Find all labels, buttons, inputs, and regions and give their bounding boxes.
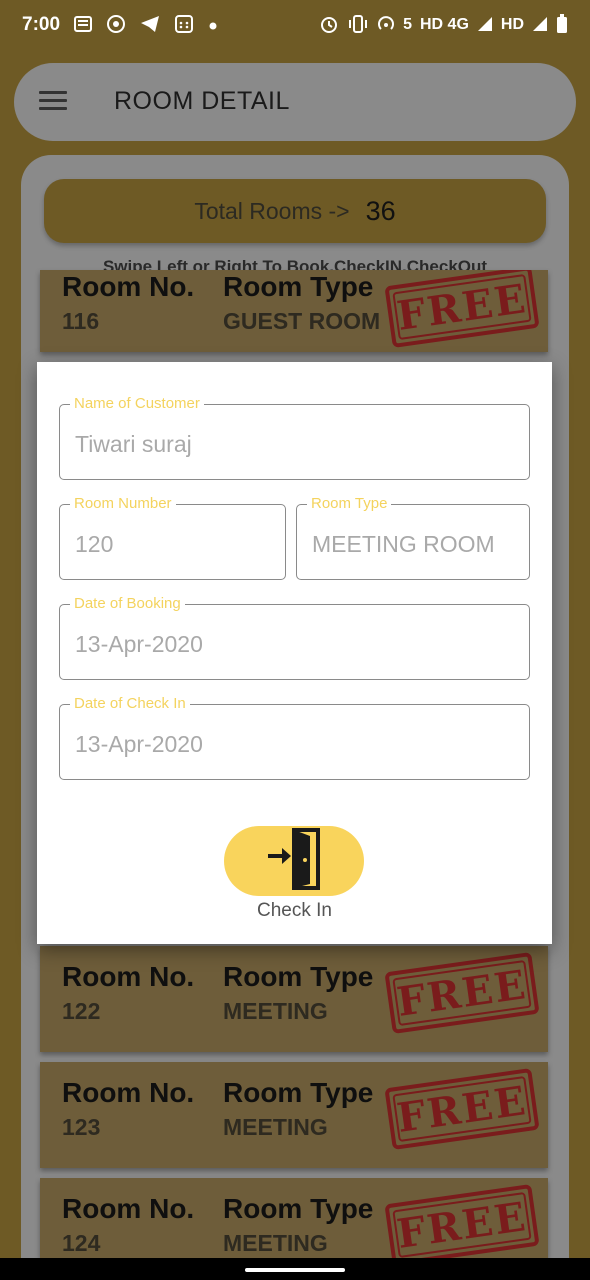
customer-name-label: Name of Customer	[70, 395, 204, 412]
page-title: ROOM DETAIL	[114, 87, 290, 115]
checkin-date-field[interactable]: Date of Check In 13-Apr-2020	[59, 695, 530, 780]
room-type-label: Room Type	[223, 1193, 374, 1224]
free-stamp: FREE	[384, 1184, 540, 1258]
room-card[interactable]: Room No. 123 Room Type MEETING FREE	[40, 1062, 548, 1168]
alarm-icon	[319, 14, 339, 37]
checkin-date-label: Date of Check In	[70, 695, 190, 712]
hotspot-count: 5	[403, 16, 412, 33]
home-gesture-handle[interactable]	[245, 1268, 345, 1272]
news-icon	[74, 15, 93, 36]
room-no-label: Room No.	[62, 961, 195, 992]
room-number-field[interactable]: Room Number 120	[59, 495, 286, 580]
room-type-label: Room Type	[307, 495, 392, 512]
room-number-value: 120	[75, 531, 114, 557]
room-card[interactable]: Room No. 122 Room Type MEETING FREE	[40, 946, 548, 1052]
network-type: HD 4G	[419, 16, 469, 33]
menu-icon[interactable]	[39, 91, 67, 111]
hotspot-icon	[377, 15, 395, 36]
calendar-icon	[174, 14, 194, 37]
room-number-label: Room Number	[70, 495, 176, 512]
room-type: GUEST ROOM	[223, 308, 381, 334]
room-no-label: Room No.	[62, 1077, 195, 1108]
room-type: MEETING	[223, 1114, 328, 1140]
room-card[interactable]: Room No. 116 Room Type GUEST ROOM FREE	[40, 270, 548, 352]
battery-icon	[556, 13, 568, 37]
telegram-icon	[140, 15, 160, 36]
room-type: MEETING	[223, 1230, 328, 1256]
room-number: 123	[62, 1114, 101, 1140]
room-no-label: Room No.	[62, 271, 195, 302]
hd-label: HD	[500, 16, 524, 33]
status-bar: 7:00 5 HD 4G HD	[0, 0, 590, 50]
booking-date-value: 13-Apr-2020	[75, 631, 203, 657]
room-type-label: Room Type	[223, 961, 374, 992]
room-type-label: Room Type	[223, 1077, 374, 1108]
app-bar: ROOM DETAIL	[14, 63, 576, 141]
room-number: 124	[62, 1230, 101, 1256]
signal-icon	[532, 16, 548, 35]
navigation-bar	[0, 1258, 590, 1280]
total-rooms-banner: Total Rooms -> 36	[44, 179, 546, 243]
checkin-button[interactable]	[224, 826, 364, 896]
vibrate-icon	[347, 14, 369, 36]
booking-date-field[interactable]: Date of Booking 13-Apr-2020	[59, 595, 530, 680]
free-stamp: FREE	[384, 270, 540, 348]
checkin-date-value: 13-Apr-2020	[75, 731, 203, 757]
free-stamp: FREE	[384, 1068, 540, 1150]
total-rooms-label: Total Rooms ->	[194, 197, 350, 224]
checkin-dialog: Name of Customer Tiwari suraj Room Numbe…	[37, 362, 552, 944]
free-stamp: FREE	[384, 952, 540, 1034]
room-number: 116	[62, 308, 100, 334]
signal-icon	[477, 16, 493, 35]
whatsapp-icon	[106, 14, 126, 37]
room-type: MEETING	[223, 998, 328, 1024]
customer-name-field[interactable]: Name of Customer Tiwari suraj	[59, 395, 530, 480]
door-enter-icon	[264, 827, 324, 895]
dot-icon	[208, 16, 218, 34]
clock: 7:00	[22, 14, 61, 35]
checkin-button-label: Check In	[257, 900, 332, 921]
room-number: 122	[62, 998, 101, 1024]
room-no-label: Room No.	[62, 1193, 195, 1224]
room-card[interactable]: Room No. 124 Room Type MEETING FREE	[40, 1178, 548, 1258]
room-type-field[interactable]: Room Type MEETING ROOM	[296, 495, 530, 580]
room-type-label: Room Type	[223, 271, 374, 302]
customer-name-value: Tiwari suraj	[75, 431, 192, 457]
room-type-value: MEETING ROOM	[312, 531, 495, 557]
total-rooms-count: 36	[365, 195, 396, 226]
booking-date-label: Date of Booking	[70, 595, 185, 612]
